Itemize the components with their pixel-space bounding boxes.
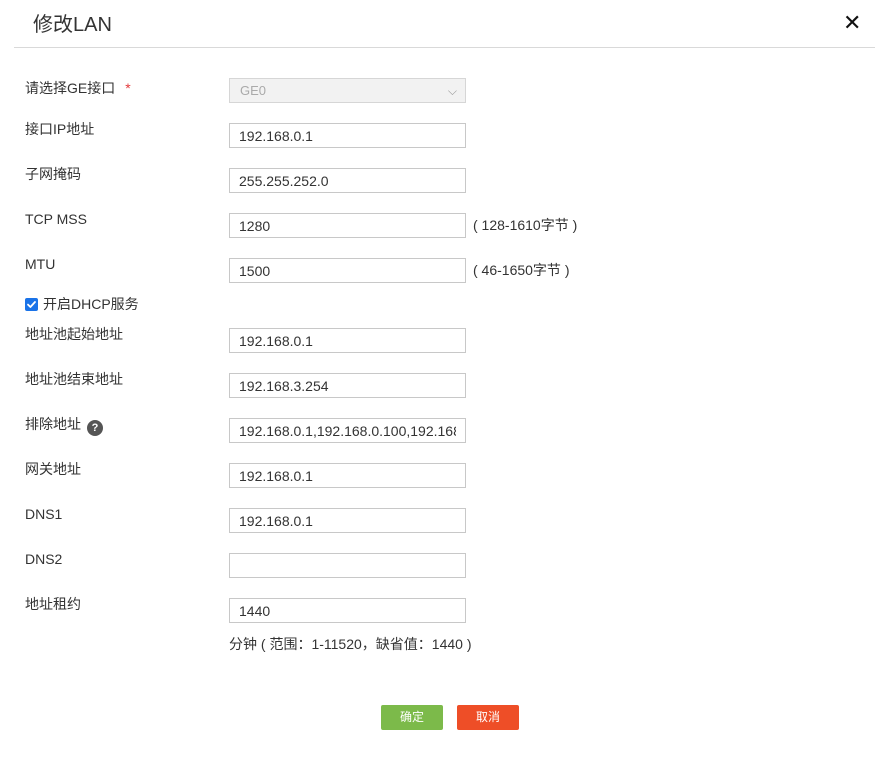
mtu-input[interactable] (229, 258, 466, 283)
ge-interface-select[interactable]: GE0 ⌵ (229, 78, 466, 103)
mask-label: 子网掩码 (25, 166, 81, 182)
dns1-input[interactable] (229, 508, 466, 533)
ip-label: 接口IP地址 (25, 121, 95, 137)
close-icon[interactable]: ✕ (843, 12, 861, 34)
chevron-down-icon: ⌵ (447, 84, 457, 98)
lease-note: 分钟 ( 范围：1-11520，缺省值：1440 ) (229, 636, 472, 652)
dhcp-checkbox-label: 开启DHCP服务 (43, 296, 139, 312)
exclude-label: 排除地址? (25, 415, 103, 436)
gateway-input[interactable] (229, 463, 466, 488)
ip-input[interactable] (229, 123, 466, 148)
lease-label: 地址租约 (25, 596, 81, 612)
gateway-label: 网关地址 (25, 461, 81, 477)
tcp-mss-input[interactable] (229, 213, 466, 238)
help-icon[interactable]: ? (87, 420, 103, 436)
lease-input[interactable] (229, 598, 466, 623)
confirm-button[interactable]: 确定 (381, 705, 443, 730)
tcp-mss-label: TCP MSS (25, 211, 87, 227)
mask-input[interactable] (229, 168, 466, 193)
modify-lan-dialog: 修改LAN ✕ 请选择GE接口* GE0 ⌵ 接口IP地址 子网掩码 TCP M… (0, 0, 895, 758)
required-mark: * (125, 80, 131, 96)
exclude-input[interactable] (229, 418, 466, 443)
pool-start-input[interactable] (229, 328, 466, 353)
pool-end-label: 地址池结束地址 (25, 371, 123, 387)
dns2-label: DNS2 (25, 551, 63, 567)
pool-start-label: 地址池起始地址 (25, 326, 123, 342)
mtu-label: MTU (25, 256, 56, 272)
dhcp-checkbox[interactable] (25, 298, 38, 311)
cancel-button[interactable]: 取消 (457, 705, 519, 730)
dialog-title: 修改LAN (33, 14, 112, 36)
dns1-label: DNS1 (25, 506, 63, 522)
tcp-mss-hint: ( 128-1610字节 ) (473, 217, 578, 233)
header-divider (14, 47, 875, 48)
pool-end-input[interactable] (229, 373, 466, 398)
ge-interface-label: 请选择GE接口 * (25, 80, 131, 96)
ge-interface-value: GE0 (240, 83, 267, 98)
mtu-hint: ( 46-1650字节 ) (473, 262, 570, 278)
dns2-input[interactable] (229, 553, 466, 578)
